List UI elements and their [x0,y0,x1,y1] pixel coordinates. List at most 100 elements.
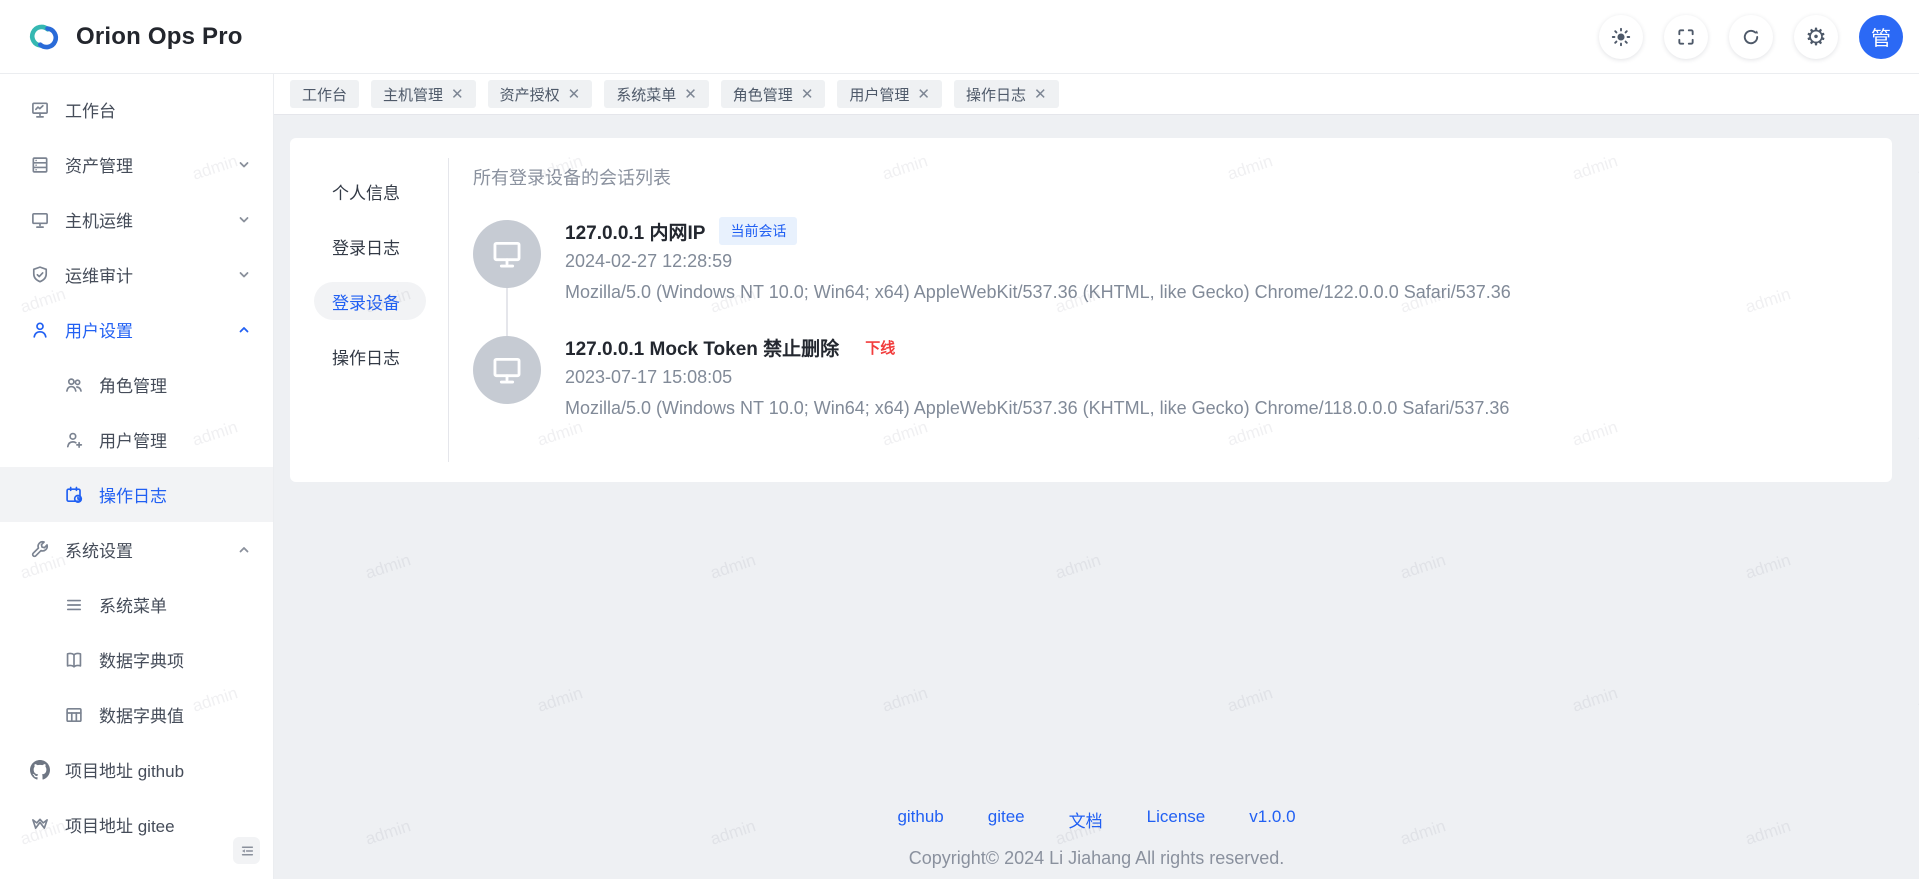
profile-menu-label: 个人信息 [332,179,400,204]
user-plus-icon [64,430,84,450]
fullscreen-icon [1676,27,1696,47]
tab-close-icon[interactable]: ✕ [917,87,930,102]
sidebar-item-dict-item[interactable]: 数据字典项 [0,632,273,687]
asset-server-icon [30,155,50,175]
sidebar-collapse-button[interactable] [233,837,260,864]
sidebar-item-system-settings[interactable]: 系统设置 [0,522,273,577]
session-time: 2023-07-17 15:08:05 [565,362,1509,393]
sidebar-item-role-management[interactable]: 角色管理 [0,357,273,412]
tab-label: 工作台 [302,84,347,105]
session-offline-button[interactable]: 下线 [865,337,895,358]
sidebar-item-label: 操作日志 [99,482,167,507]
tab-user-management[interactable]: 用户管理 ✕ [837,80,942,108]
sidebar-item-operation-log[interactable]: 操作日志 [0,467,273,522]
wrench-icon [30,540,50,560]
tab-close-icon[interactable]: ✕ [801,87,814,102]
tab-system-menu[interactable]: 系统菜单 ✕ [604,80,709,108]
refresh-button[interactable] [1729,15,1773,59]
copyright-text: Copyright© 2024 Li Jiahang All rights re… [274,848,1919,869]
profile-menu-item-login-devices[interactable]: 登录设备 [314,282,426,320]
sidebar: 工作台 资产管理 主机运维 运维审计 用户设置 角色管理 [0,74,274,879]
sidebar-item-asset-management[interactable]: 资产管理 [0,137,273,192]
user-icon [30,320,50,340]
sidebar-item-label: 系统菜单 [99,592,167,617]
tab-bar: 工作台 主机管理 ✕ 资产授权 ✕ 系统菜单 ✕ 角色管理 ✕ 用户管理 ✕ 操… [274,74,1919,115]
app-header: Orion Ops Pro [0,0,1919,74]
user-avatar[interactable]: 管 [1859,15,1903,59]
tab-workbench[interactable]: 工作台 [290,80,359,108]
footer-link-license[interactable]: License [1147,807,1206,832]
session-user-agent: Mozilla/5.0 (Windows NT 10.0; Win64; x64… [565,277,1511,308]
sidebar-item-label: 用户设置 [65,317,133,342]
chevron-up-icon [237,323,251,337]
tab-close-icon[interactable]: ✕ [684,87,697,102]
user-info-card: 个人信息 登录日志 登录设备 操作日志 所有登录设备的会话列表 [290,138,1892,482]
operation-log-icon [64,485,84,505]
sidebar-item-label: 用户管理 [99,427,167,452]
refresh-icon [1741,27,1761,47]
sidebar-item-label: 运维审计 [65,262,133,287]
theme-sun-icon [1611,27,1631,47]
sidebar-item-label: 系统设置 [65,537,133,562]
header-actions: ⚙ 管 [1599,15,1903,59]
profile-menu-item-operation-log[interactable]: 操作日志 [314,337,426,375]
session-item: 127.0.0.1 Mock Token 禁止删除 下线 2023-07-17 … [473,332,1868,424]
tab-label: 操作日志 [966,84,1026,105]
chevron-down-icon [237,268,251,282]
tab-operation-log[interactable]: 操作日志 ✕ [954,80,1059,108]
sidebar-item-host-ops[interactable]: 主机运维 [0,192,273,247]
sidebar-item-workbench[interactable]: 工作台 [0,82,273,137]
sidebar-item-dict-value[interactable]: 数据字典值 [0,687,273,742]
sidebar-item-ops-audit[interactable]: 运维审计 [0,247,273,302]
current-session-badge: 当前会话 [719,217,797,245]
dict-book-icon [64,650,84,670]
settings-button[interactable]: ⚙ [1794,15,1838,59]
chevron-down-icon [237,158,251,172]
footer-link-gitee[interactable]: gitee [988,807,1025,832]
device-monitor-icon [473,220,541,288]
tab-close-icon[interactable]: ✕ [451,87,464,102]
sessions-header: 所有登录设备的会话列表 [473,164,1868,190]
session-user-agent: Mozilla/5.0 (Windows NT 10.0; Win64; x64… [565,393,1509,424]
shield-check-icon [30,265,50,285]
sidebar-item-user-management[interactable]: 用户管理 [0,412,273,467]
sidebar-item-label: 项目地址 github [65,757,184,782]
tab-asset-authorization[interactable]: 资产授权 ✕ [488,80,593,108]
session-time: 2024-02-27 12:28:59 [565,246,1511,277]
main-area: 个人信息 登录日志 登录设备 操作日志 所有登录设备的会话列表 [274,115,1919,879]
tab-label: 资产授权 [500,84,560,105]
tab-host-management[interactable]: 主机管理 ✕ [371,80,476,108]
page-footer: github gitee 文档 License v1.0.0 Copyright… [274,807,1919,869]
chevron-down-icon [237,213,251,227]
app-logo[interactable]: Orion Ops Pro [24,17,243,57]
sessions-timeline: 127.0.0.1 内网IP 当前会话 2024-02-27 12:28:59 … [473,216,1868,424]
sidebar-item-system-menu[interactable]: 系统菜单 [0,577,273,632]
footer-link-version[interactable]: v1.0.0 [1249,807,1295,832]
fullscreen-button[interactable] [1664,15,1708,59]
sidebar-item-user-settings[interactable]: 用户设置 [0,302,273,357]
footer-link-docs[interactable]: 文档 [1069,807,1103,832]
tab-label: 系统菜单 [616,84,676,105]
tab-close-icon[interactable]: ✕ [1034,87,1047,102]
sidebar-item-label: 角色管理 [99,372,167,397]
settings-gear-icon: ⚙ [1805,25,1827,49]
tab-label: 角色管理 [733,84,793,105]
sidebar-item-label: 数据字典项 [99,647,184,672]
footer-link-github[interactable]: github [897,807,943,832]
menu-fold-icon [239,843,255,859]
logo-icon [24,17,64,57]
workbench-monitor-icon [30,100,50,120]
tab-role-management[interactable]: 角色管理 ✕ [721,80,826,108]
tab-close-icon[interactable]: ✕ [568,87,581,102]
app-title: Orion Ops Pro [76,23,243,51]
sidebar-item-github-link[interactable]: 项目地址 github [0,742,273,797]
profile-menu-item-personal-info[interactable]: 个人信息 [314,172,426,210]
profile-menu-item-login-log[interactable]: 登录日志 [314,227,426,265]
profile-menu-label: 操作日志 [332,344,400,369]
session-title: 127.0.0.1 Mock Token 禁止删除 [565,334,839,361]
sidebar-item-label: 资产管理 [65,152,133,177]
chevron-up-icon [237,543,251,557]
device-monitor-icon [473,336,541,404]
theme-toggle-button[interactable] [1599,15,1643,59]
github-icon [30,760,50,780]
